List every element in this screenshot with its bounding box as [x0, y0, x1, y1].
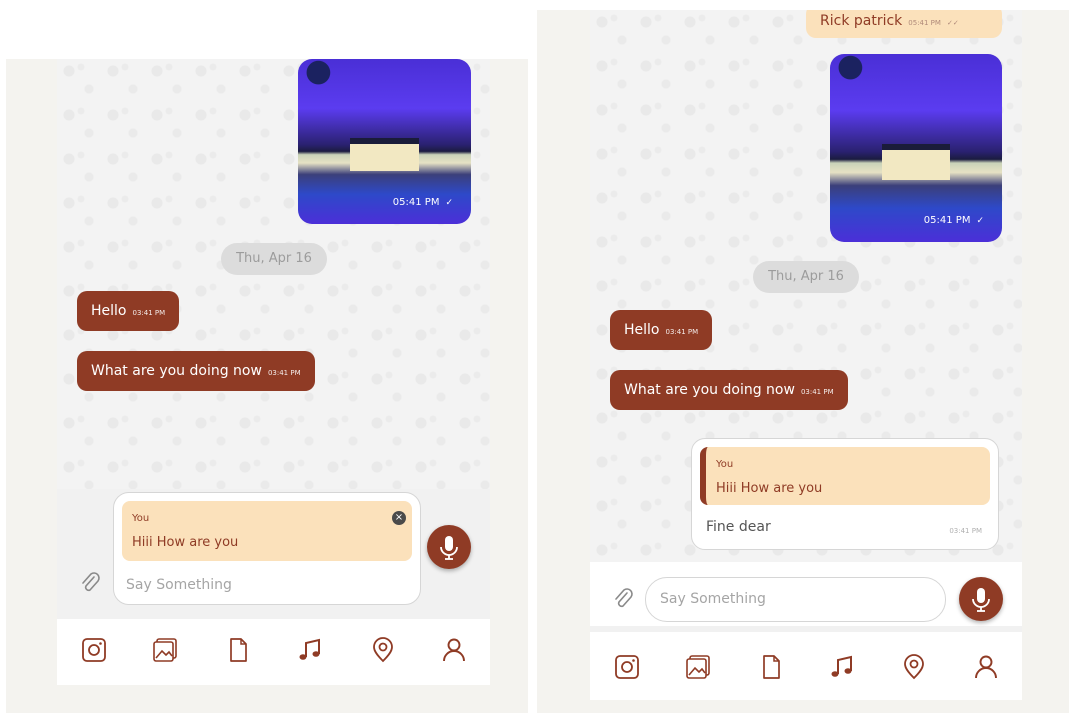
instagram-icon[interactable] [81, 637, 107, 663]
contact-icon[interactable] [973, 654, 999, 680]
message-time: 05:41 PM [908, 19, 941, 27]
photo-time: 05:41 PM ✓ [392, 197, 453, 208]
check-icon: ✓ [445, 198, 453, 208]
location-icon[interactable] [370, 637, 396, 663]
quoted-message: You Hiii How are you [700, 447, 990, 505]
reply-preview: You Hiii How are you × [122, 501, 412, 561]
message-text: Hello [624, 322, 660, 338]
check-icon: ✓ [976, 216, 984, 226]
music-icon[interactable] [829, 654, 855, 680]
message-bubble[interactable]: Hello 03:41 PM [77, 291, 180, 331]
photo-building [349, 138, 420, 171]
message-text: What are you doing now [624, 382, 795, 398]
message-text: Fine dear [706, 519, 771, 535]
double-check-icon: ✓✓ [946, 19, 959, 27]
message-text: Rick patrick [820, 13, 903, 29]
photo-message[interactable]: 05:41 PM ✓ [298, 59, 471, 224]
close-reply-icon[interactable]: × [392, 511, 406, 525]
message-bubble[interactable]: What are you doing now 03:41 PM [77, 351, 315, 391]
attach-icon[interactable] [612, 587, 634, 611]
gallery-icon[interactable] [152, 637, 178, 663]
message-input[interactable]: Say Something [126, 577, 232, 593]
attachment-bar [57, 619, 490, 685]
date-chip: Thu, Apr 16 [221, 243, 327, 275]
document-icon[interactable] [758, 654, 784, 680]
photo-time: 05:41 PM ✓ [923, 215, 984, 226]
message-text: What are you doing now [91, 363, 262, 379]
left-phone: 05:41 PM ✓ Thu, Apr 16 Hello 03:41 PM What… [57, 59, 490, 685]
date-chip: Thu, Apr 16 [753, 261, 859, 293]
message-time: 03:41 PM [665, 328, 699, 336]
message-text: Hello [91, 303, 127, 319]
message-time: 03:41 PM [949, 527, 982, 535]
quoted-author: You [716, 459, 734, 470]
quoted-text: Hiii How are you [716, 481, 823, 496]
mic-button[interactable] [427, 525, 471, 569]
music-icon[interactable] [297, 637, 323, 663]
message-composer[interactable]: You Hiii How are you × Say Something [113, 492, 421, 605]
reply-author: You [132, 513, 150, 524]
reply-text: Hiii How are you [132, 535, 239, 550]
photo-message[interactable]: 05:41 PM ✓ [830, 54, 1002, 242]
message-input[interactable]: Say Something [660, 591, 766, 607]
attachment-bar [590, 632, 1022, 700]
palm-decoration [830, 54, 864, 88]
message-time: 03:41 PM [132, 309, 166, 317]
contact-icon[interactable] [441, 637, 467, 663]
message-time: 03:41 PM [267, 369, 301, 377]
instagram-icon[interactable] [614, 654, 640, 680]
attach-icon[interactable] [79, 571, 101, 595]
gallery-icon[interactable] [685, 654, 711, 680]
outgoing-message[interactable]: Rick patrick 05:41 PM ✓✓ [806, 10, 1002, 38]
microphone-icon [440, 536, 458, 560]
microphone-icon [972, 588, 990, 612]
palm-decoration [298, 59, 332, 93]
message-time: 03:41 PM [800, 388, 834, 396]
message-bubble[interactable]: Hello 03:41 PM [610, 310, 713, 350]
message-input-field[interactable]: Say Something [645, 577, 946, 622]
location-icon[interactable] [901, 654, 927, 680]
message-bubble[interactable]: What are you doing now 03:41 PM [610, 370, 848, 410]
reply-message-bubble[interactable]: You Hiii How are you Fine dear 03:41 PM [691, 438, 999, 550]
mic-button[interactable] [959, 577, 1003, 621]
right-phone: Rick patrick 05:41 PM ✓✓ 05:41 PM ✓ Thu, Ap… [590, 10, 1022, 700]
document-icon[interactable] [225, 637, 251, 663]
photo-building [881, 144, 951, 181]
